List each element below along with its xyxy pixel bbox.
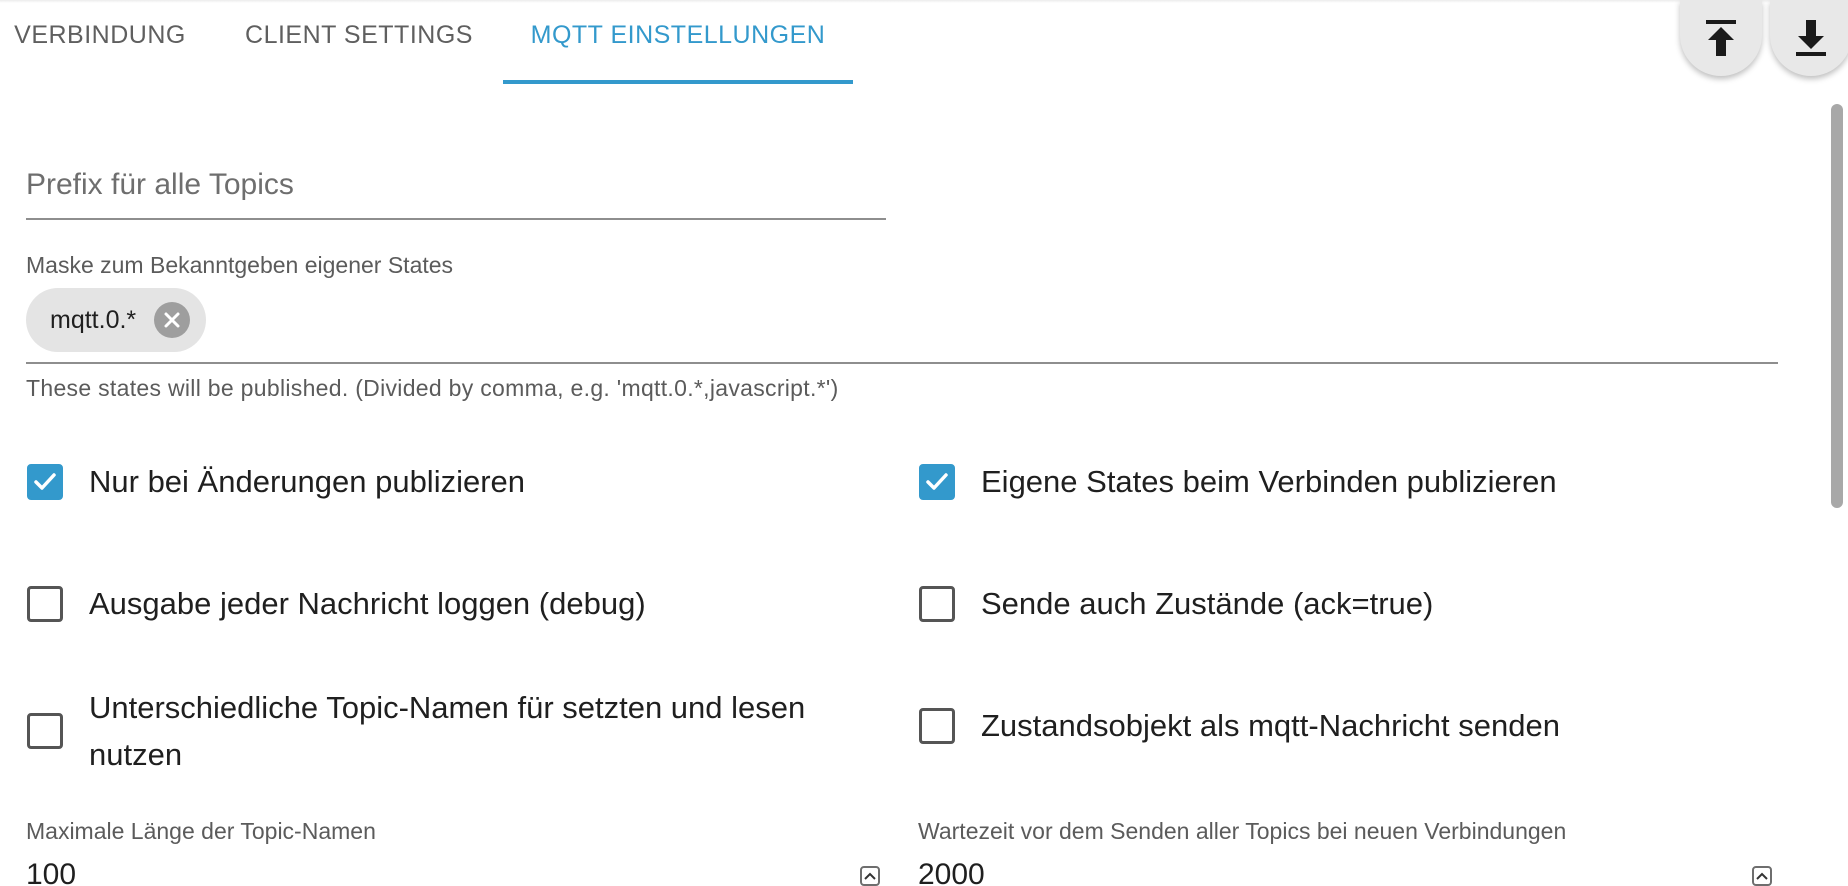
active-tab-indicator xyxy=(503,80,853,84)
option-label: Sende auch Zustände (ack=true) xyxy=(981,586,1434,621)
chip-remove-icon[interactable] xyxy=(154,302,190,338)
scrollbar[interactable] xyxy=(1827,100,1848,886)
option-label: Unterschiedliche Topic-Namen für setzten… xyxy=(89,690,806,772)
tab-client-settings[interactable]: CLIENT SETTINGS xyxy=(230,0,488,70)
checkbox-unchecked[interactable] xyxy=(27,713,63,749)
checkbox-checked[interactable] xyxy=(919,463,955,500)
option-different-topic-names[interactable]: Unterschiedliche Topic-Namen für setzten… xyxy=(27,684,867,778)
option-only-changes[interactable]: Nur bei Änderungen publizieren xyxy=(27,458,867,505)
mask-chip[interactable]: mqtt.0.* xyxy=(26,288,206,352)
upload-icon xyxy=(1706,20,1736,56)
checkbox-unchecked[interactable] xyxy=(27,585,63,622)
checkmark-icon xyxy=(926,472,948,490)
option-send-state-object[interactable]: Zustandsobjekt als mqtt-Nachricht senden xyxy=(919,702,1779,749)
checkmark-icon xyxy=(34,472,56,490)
mask-input[interactable]: mqtt.0.* xyxy=(26,282,1778,364)
option-publish-on-connect[interactable]: Eigene States beim Verbinden publizieren xyxy=(919,458,1779,505)
send-interval-label: Wartezeit vor dem Senden aller Topics be… xyxy=(918,818,1567,844)
option-label: Eigene States beim Verbinden publizieren xyxy=(981,464,1557,499)
download-icon xyxy=(1796,20,1826,56)
checkbox-unchecked[interactable] xyxy=(919,707,955,744)
scrollbar-thumb[interactable] xyxy=(1831,104,1843,508)
send-interval-input[interactable]: 2000 xyxy=(918,858,985,886)
checkbox-checked[interactable] xyxy=(27,463,63,500)
option-label: Zustandsobjekt als mqtt-Nachricht senden xyxy=(981,708,1560,743)
checkbox-unchecked[interactable] xyxy=(919,585,955,622)
tab-mqtt-einstellungen[interactable]: MQTT EINSTELLUNGEN xyxy=(503,0,853,70)
max-topic-length-label: Maximale Länge der Topic-Namen xyxy=(26,818,376,844)
option-label: Ausgabe jeder Nachricht loggen (debug) xyxy=(89,586,646,621)
option-send-ack-states[interactable]: Sende auch Zustände (ack=true) xyxy=(919,580,1779,627)
spin-up-icon[interactable] xyxy=(860,866,880,886)
tab-verbindung[interactable]: VERBINDUNG xyxy=(0,0,200,70)
mask-helper-text: These states will be published. (Divided… xyxy=(26,375,839,401)
option-label: Nur bei Änderungen publizieren xyxy=(89,464,526,499)
prefix-input[interactable] xyxy=(26,162,886,208)
spin-up-icon[interactable] xyxy=(1752,866,1772,886)
prefix-field xyxy=(26,150,886,220)
max-topic-length-input[interactable]: 100 xyxy=(26,858,76,886)
tab-bar: VERBINDUNG CLIENT SETTINGS MQTT EINSTELL… xyxy=(0,0,1848,84)
download-button[interactable] xyxy=(1770,0,1848,76)
chip-label: mqtt.0.* xyxy=(50,305,137,334)
option-debug-log[interactable]: Ausgabe jeder Nachricht loggen (debug) xyxy=(27,580,867,627)
mask-label: Maske zum Bekanntgeben eigener States xyxy=(26,252,454,278)
